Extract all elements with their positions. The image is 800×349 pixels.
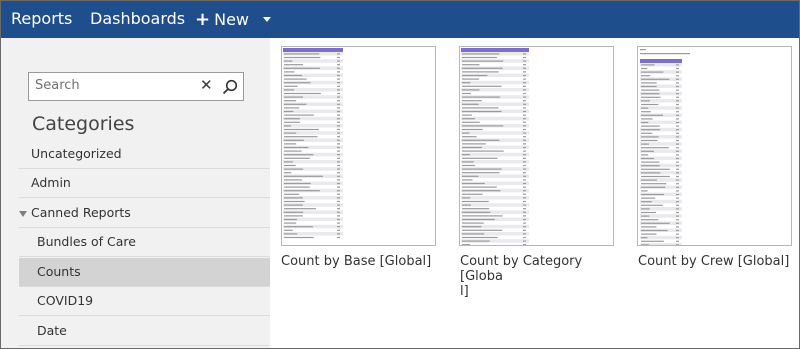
nav-dashboards-link[interactable]: Dashboards — [90, 9, 185, 28]
category-item-covid19[interactable]: COVID19 — [19, 287, 270, 316]
report-preview-image — [461, 48, 529, 245]
report-preview-image — [640, 49, 690, 245]
category-label: Uncategorized — [31, 146, 122, 161]
category-item-canned-reports[interactable]: Canned Reports — [19, 199, 270, 228]
report-title-line: l] — [460, 284, 469, 299]
report-title[interactable]: Count by Category [Globa l] — [460, 254, 620, 299]
category-item-counts[interactable]: Counts — [19, 258, 270, 287]
category-label: Canned Reports — [31, 205, 131, 220]
category-item-admin[interactable]: Admin — [19, 169, 270, 198]
nav-reports-link[interactable]: Reports — [11, 9, 72, 28]
category-sidebar: Search ✕ Categories Uncategorized Admin … — [1, 38, 270, 348]
app-window: Reports Dashboards + New Search ✕ Categor… — [0, 0, 800, 349]
report-title-line: Count by Category [Globa — [460, 254, 583, 284]
report-thumbnail[interactable] — [459, 46, 614, 246]
category-label: COVID19 — [37, 293, 94, 308]
category-label: Counts — [37, 264, 81, 279]
report-thumbnail[interactable] — [637, 46, 792, 246]
report-preview-image — [283, 48, 343, 240]
report-title[interactable]: Count by Base [Global] — [281, 254, 441, 269]
report-thumbnail[interactable] — [281, 46, 436, 246]
categories-heading: Categories — [32, 113, 135, 135]
new-dropdown-caret-icon[interactable] — [263, 17, 271, 22]
category-label: Admin — [31, 175, 71, 190]
search-input[interactable]: Search ✕ — [28, 72, 244, 101]
category-label: Bundles of Care — [37, 234, 136, 249]
category-item-bundles-of-care[interactable]: Bundles of Care — [19, 228, 270, 257]
search-icon[interactable] — [222, 79, 238, 95]
category-label: Date — [37, 323, 67, 338]
category-item-date[interactable]: Date — [19, 317, 270, 346]
expand-triangle-icon[interactable] — [19, 211, 27, 217]
clear-search-icon[interactable]: ✕ — [200, 76, 213, 94]
top-navigation-bar: Reports Dashboards + New — [1, 1, 799, 38]
search-placeholder: Search — [35, 78, 80, 93]
report-title[interactable]: Count by Crew [Global] — [638, 254, 798, 269]
plus-icon: + — [195, 9, 211, 30]
new-button[interactable]: + New — [195, 9, 249, 30]
category-item-uncategorized[interactable]: Uncategorized — [19, 140, 270, 169]
new-button-label: New — [214, 10, 249, 29]
